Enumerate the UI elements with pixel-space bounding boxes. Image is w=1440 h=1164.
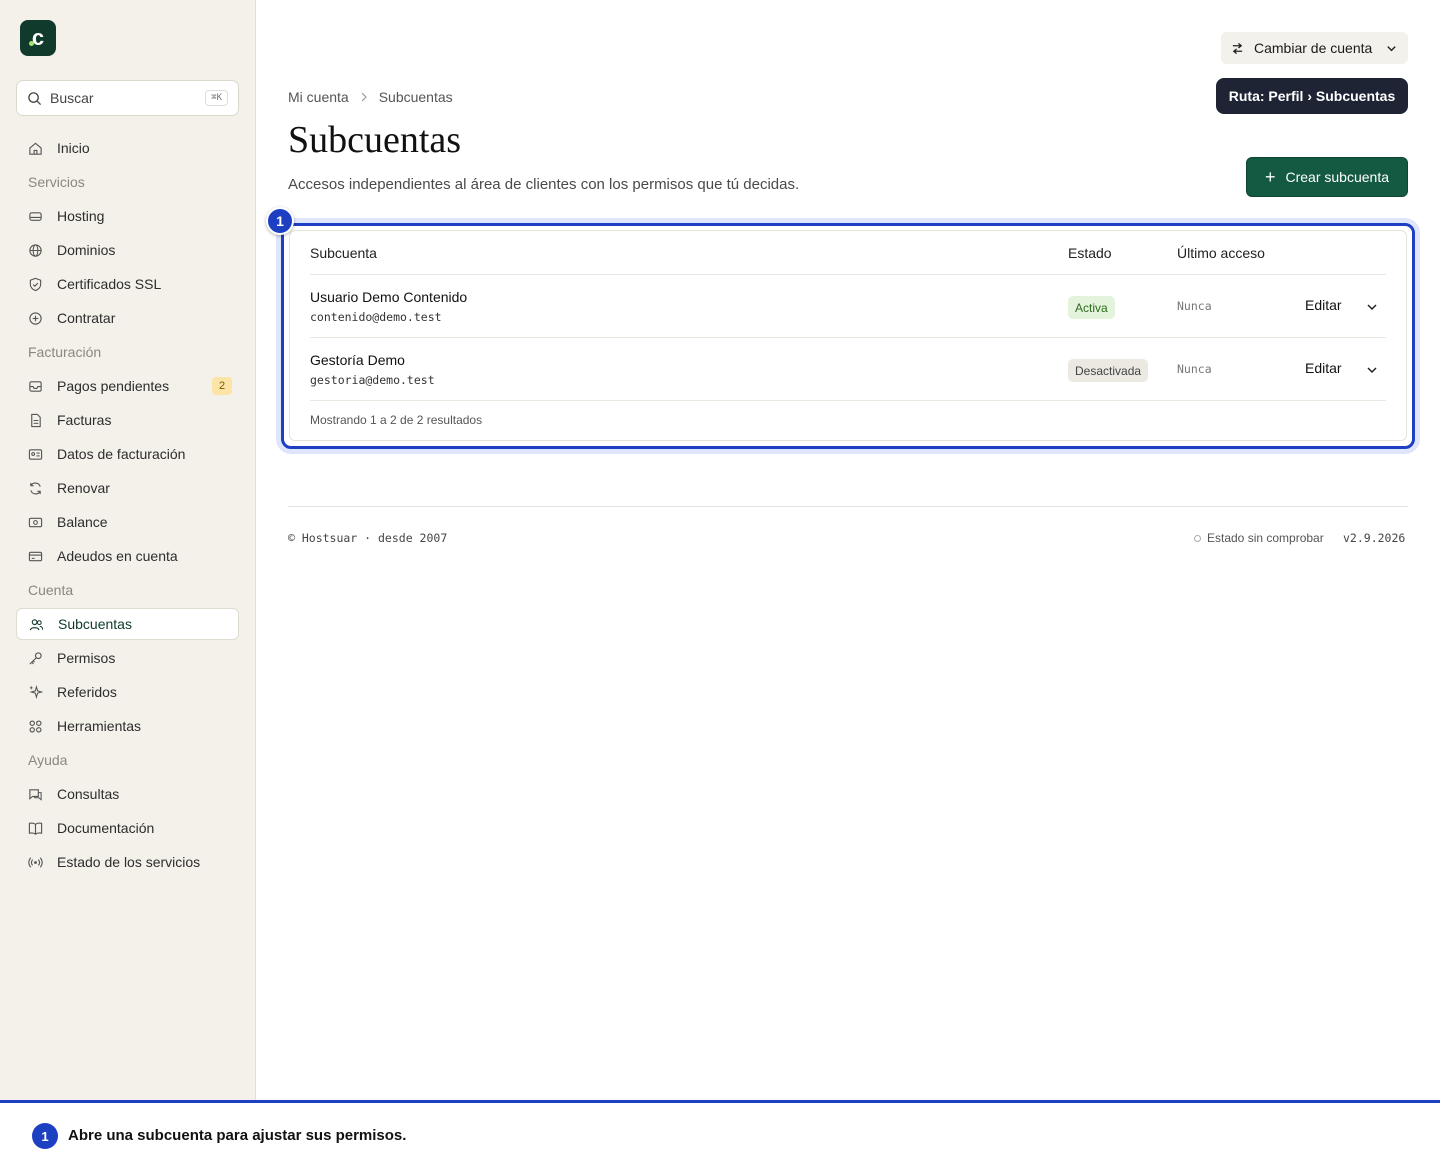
service-status-label: Estado sin comprobar [1207, 531, 1324, 545]
switch-account-label: Cambiar de cuenta [1254, 40, 1373, 56]
sidebar-item-5[interactable]: Contratar [16, 302, 239, 334]
sidebar-item-9[interactable]: Datos de facturación [16, 438, 239, 470]
banknote-icon [28, 517, 43, 527]
sidebar-item-label: Balance [57, 514, 108, 530]
sidebar-item-label: Contratar [57, 310, 116, 326]
server-icon [29, 211, 42, 221]
search-shortcut: ⌘K [205, 90, 228, 106]
sidebar-item-label: Renovar [57, 480, 110, 496]
breadcrumb-subaccounts: Subcuentas [378, 89, 453, 105]
sidebar-item-21[interactable]: Estado de los servicios [16, 846, 239, 878]
instruction-step-marker: 1 [32, 1123, 58, 1149]
sidebar-item-12[interactable]: Adeudos en cuenta [16, 540, 239, 572]
sidebar-item-10[interactable]: Renovar [16, 472, 239, 504]
service-status[interactable]: Estado sin comprobar [1194, 531, 1324, 545]
breadcrumb-my-account[interactable]: Mi cuenta [288, 89, 349, 105]
sidebar-item-label: Permisos [57, 650, 116, 666]
chevron-down-icon [1387, 45, 1396, 51]
search-icon [28, 91, 42, 105]
sidebar-item-4[interactable]: Certificados SSL [16, 268, 239, 300]
count-badge: 2 [212, 377, 232, 395]
sidebar-item-label: Facturas [57, 412, 112, 428]
grid-icon [29, 720, 42, 732]
search-placeholder: Buscar [50, 90, 94, 106]
sidebar-item-0[interactable]: Inicio [16, 132, 239, 164]
instruction-text: Abre una subcuenta para ajustar sus perm… [68, 1127, 407, 1144]
sidebar-item-label: Hosting [57, 208, 105, 224]
sidebar-item-11[interactable]: Balance [16, 506, 239, 538]
switch-account-button[interactable]: Cambiar de cuenta [1221, 32, 1408, 64]
chat-icon [29, 788, 42, 801]
breadcrumb: Mi cuenta Subcuentas [288, 89, 453, 105]
page-subtitle: Accesos independientes al área de client… [288, 176, 800, 193]
home-icon [29, 142, 42, 155]
sidebar-item-20[interactable]: Documentación [16, 812, 239, 844]
sidebar-item-label: Datos de facturación [57, 446, 186, 462]
chevron-right-icon [361, 92, 367, 102]
highlight-step-marker: 1 [266, 207, 294, 235]
sidebar: c Buscar ⌘K Inicio Servicios Hosting Domini… [0, 0, 256, 1100]
swap-icon [1232, 42, 1243, 54]
id-card-icon [28, 448, 43, 460]
sidebar-item-label: Certificados SSL [57, 276, 162, 292]
sparkles-icon [29, 684, 43, 699]
sidebar-section-13: Cuenta [28, 582, 74, 598]
sidebar-item-label: Consultas [57, 786, 120, 802]
shield-icon [29, 277, 42, 291]
sidebar-item-7[interactable]: Pagos pendientes 2 [16, 370, 239, 402]
refresh-icon [30, 482, 41, 494]
logo-dot [29, 41, 34, 46]
plus-circle-icon [29, 311, 42, 325]
version: v2.9.2026 [1343, 531, 1406, 545]
sidebar-item-3[interactable]: Dominios [16, 234, 239, 266]
highlight-frame [281, 223, 1415, 449]
logo[interactable]: c [20, 20, 56, 56]
sidebar-item-label: Subcuentas [58, 616, 132, 632]
route-tooltip: Ruta: Perfil › Subcuentas [1216, 78, 1408, 114]
key-icon [29, 651, 42, 665]
sidebar-item-14[interactable]: Subcuentas [16, 608, 239, 640]
sidebar-item-19[interactable]: Consultas [16, 778, 239, 810]
status-dot-icon [1194, 534, 1201, 542]
plus-icon: + [1264, 167, 1276, 187]
file-icon [31, 413, 41, 427]
sidebar-item-label: Estado de los servicios [57, 854, 201, 870]
book-icon [28, 822, 43, 835]
users-icon [29, 618, 44, 630]
sidebar-item-label: Adeudos en cuenta [57, 548, 178, 564]
sidebar-item-label: Inicio [57, 140, 90, 156]
credit-card-icon [28, 551, 43, 561]
sidebar-item-label: Referidos [57, 684, 117, 700]
sidebar-item-label: Herramientas [57, 718, 142, 734]
sidebar-item-2[interactable]: Hosting [16, 200, 239, 232]
sidebar-item-15[interactable]: Permisos [16, 642, 239, 674]
broadcast-icon [28, 856, 43, 868]
search-input[interactable]: Buscar ⌘K [16, 80, 239, 116]
create-subaccount-label: Crear subcuenta [1285, 169, 1390, 185]
sidebar-item-17[interactable]: Herramientas [16, 710, 239, 742]
footer-divider [288, 506, 1408, 507]
create-subaccount-button[interactable]: + Crear subcuenta [1246, 157, 1408, 197]
sidebar-item-label: Pagos pendientes [57, 378, 170, 394]
sidebar-item-label: Documentación [57, 820, 155, 836]
sidebar-nav: Inicio Servicios Hosting Dominios Certificad… [16, 132, 239, 880]
sidebar-item-8[interactable]: Facturas [16, 404, 239, 436]
sidebar-item-label: Dominios [57, 242, 116, 258]
sidebar-section-6: Facturación [28, 344, 102, 360]
sidebar-section-18: Ayuda [28, 752, 68, 768]
instruction-bar: 1 Abre una subcuenta para ajustar sus pe… [0, 1100, 1440, 1164]
sidebar-item-16[interactable]: Referidos [16, 676, 239, 708]
globe-icon [29, 243, 42, 257]
page-title: Subcuentas [288, 119, 462, 161]
copyright: © Hostsuar · desde 2007 [288, 531, 448, 545]
sidebar-section-1: Servicios [28, 174, 85, 190]
inbox-icon [29, 380, 42, 392]
logo-letter: c [31, 25, 45, 50]
